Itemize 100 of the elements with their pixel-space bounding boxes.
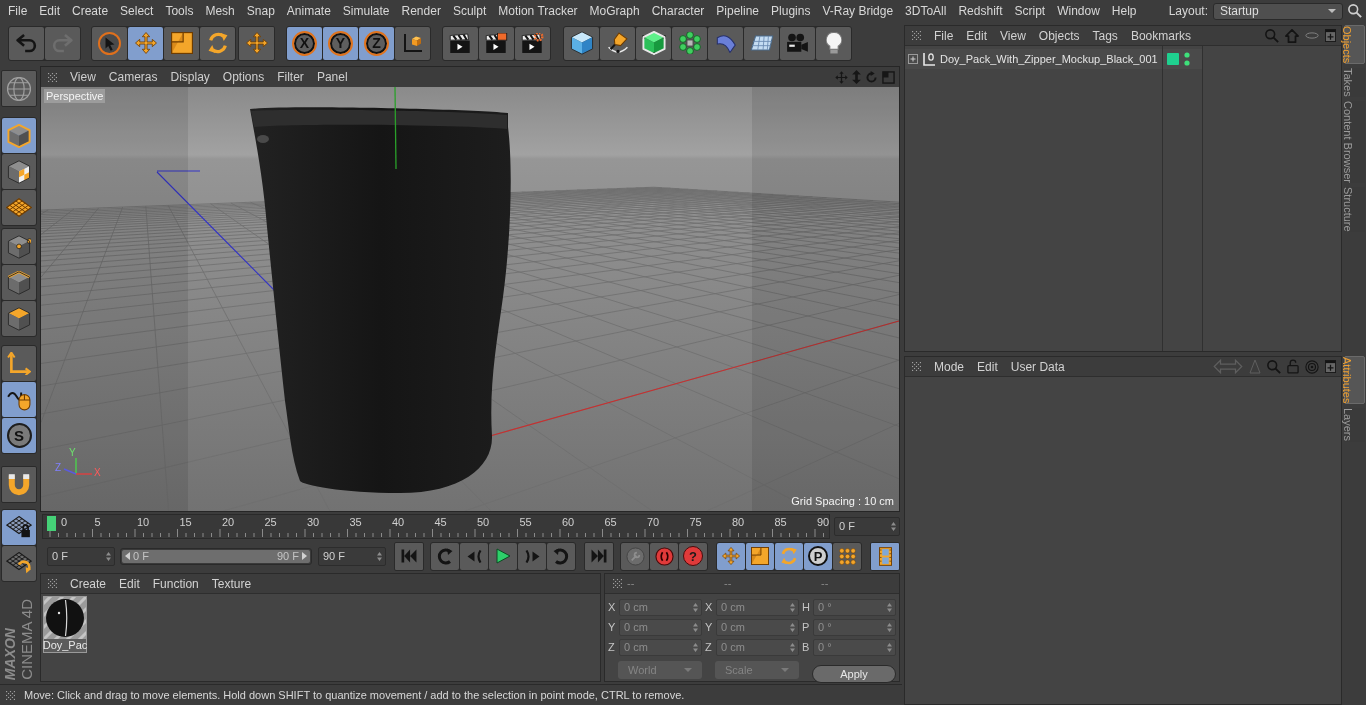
side-tab[interactable]: Attributes xyxy=(1344,356,1365,405)
menu-item[interactable]: Edit xyxy=(39,2,61,20)
menu-item[interactable]: Redshift xyxy=(958,2,1003,20)
menu-item[interactable]: V-Ray Bridge xyxy=(822,2,894,20)
menu-item[interactable]: Create xyxy=(72,2,109,20)
menu-item[interactable]: Edit xyxy=(977,357,998,376)
new-panel-icon[interactable] xyxy=(1325,29,1336,42)
tool-button[interactable] xyxy=(479,26,514,60)
menu-item[interactable]: Render xyxy=(401,2,441,20)
tool-button[interactable] xyxy=(744,26,779,60)
menu-item[interactable]: Create xyxy=(70,574,107,593)
spinner-arrows-icon[interactable] xyxy=(887,623,892,632)
menu-item[interactable]: File xyxy=(8,2,28,20)
grip-icon[interactable] xyxy=(912,362,921,371)
menu-item[interactable]: Tools xyxy=(165,2,194,20)
mode-button[interactable] xyxy=(2,301,36,336)
menu-item[interactable]: Select xyxy=(120,2,154,20)
menu-item[interactable]: Window xyxy=(1057,2,1100,20)
layout-dropdown[interactable]: Startup xyxy=(1213,2,1343,20)
material-item[interactable]: Doy_Pac xyxy=(43,596,87,653)
timeline-button[interactable] xyxy=(870,541,900,571)
spinner-arrows-icon[interactable] xyxy=(887,643,892,652)
swatch-icon[interactable] xyxy=(1167,53,1179,65)
mode-button[interactable] xyxy=(1,466,37,503)
menu-item[interactable]: Display xyxy=(170,68,210,86)
tool-button[interactable] xyxy=(672,26,707,60)
frame-field[interactable]: 0 F xyxy=(834,516,900,536)
menu-item[interactable]: MoGraph xyxy=(589,2,640,20)
apply-button[interactable]: Apply xyxy=(812,665,896,683)
spinner-arrows-icon[interactable] xyxy=(106,551,111,561)
grip-icon[interactable] xyxy=(48,72,57,82)
mode-button[interactable] xyxy=(2,510,36,545)
spinner-arrows-icon[interactable] xyxy=(693,643,698,652)
tool-button[interactable] xyxy=(600,26,635,60)
menu-item[interactable]: File xyxy=(934,26,954,45)
menu-item[interactable]: 3DToAll xyxy=(905,2,947,20)
spinner-arrows-icon[interactable] xyxy=(790,603,795,612)
menu-item[interactable]: Simulate xyxy=(342,2,390,20)
tool-button[interactable] xyxy=(443,26,478,60)
grip-icon[interactable] xyxy=(6,690,15,700)
mode-button[interactable] xyxy=(2,382,36,417)
menu-item[interactable]: Texture xyxy=(211,574,252,593)
tool-button[interactable] xyxy=(200,26,235,60)
grip-icon[interactable] xyxy=(912,31,921,40)
tool-button[interactable] xyxy=(515,26,550,60)
menu-item[interactable]: Mesh xyxy=(205,2,235,20)
menu-item[interactable]: Plugins xyxy=(771,2,811,20)
grip-icon[interactable] xyxy=(48,579,57,588)
tool-button[interactable] xyxy=(164,26,199,60)
spinner-arrows-icon[interactable] xyxy=(790,643,795,652)
menu-item[interactable]: Function xyxy=(152,574,199,593)
tool-button[interactable] xyxy=(92,26,127,60)
key-filter-button[interactable] xyxy=(717,542,745,570)
menu-item[interactable]: Panel xyxy=(316,68,348,86)
menu-item[interactable]: Tags xyxy=(1092,26,1118,45)
menu-item[interactable]: Filter xyxy=(277,68,304,86)
menu-item[interactable]: Motion Tracker xyxy=(498,2,578,20)
spinner-arrows-icon[interactable] xyxy=(693,603,698,612)
solo-button[interactable]: S xyxy=(2,418,36,453)
frame-field[interactable]: 90 F xyxy=(318,546,386,566)
key-filter-button[interactable] xyxy=(775,542,803,570)
playhead[interactable] xyxy=(47,515,56,531)
menu-item[interactable]: Script xyxy=(1014,2,1046,20)
menu-item[interactable]: Cameras xyxy=(108,68,158,86)
menu-item[interactable]: Mode xyxy=(934,357,965,376)
menu-item[interactable]: View xyxy=(70,68,96,86)
expand-icon[interactable] xyxy=(908,54,918,64)
tool-button[interactable] xyxy=(636,26,671,60)
menu-item[interactable]: Help xyxy=(1111,2,1137,20)
menu-item[interactable]: Character xyxy=(651,2,705,20)
menu-item[interactable]: User Data xyxy=(1010,357,1065,376)
menu-item[interactable]: Pipeline xyxy=(716,2,760,20)
spinner-arrows-icon[interactable] xyxy=(693,623,698,632)
grip-icon[interactable] xyxy=(613,579,622,588)
key-filter-button[interactable]: P xyxy=(804,542,832,570)
new-panel-icon[interactable] xyxy=(1325,360,1336,373)
spinner-arrows-icon[interactable] xyxy=(891,521,896,531)
menu-item[interactable]: Animate xyxy=(286,2,331,20)
menu-item[interactable]: Options xyxy=(222,68,265,86)
timeline-ruler[interactable]: 0 5 10 15 20 25 30 35 40 45 50 55 60 65 70 75 80 85 90 xyxy=(42,513,830,539)
menu-item[interactable]: Edit xyxy=(119,574,140,593)
playback-button[interactable] xyxy=(489,542,517,570)
mode-button[interactable] xyxy=(1,70,37,107)
frame-field[interactable]: 0 F xyxy=(47,546,115,566)
tool-button[interactable] xyxy=(816,26,851,60)
menu-item[interactable]: Sculpt xyxy=(452,2,487,20)
menu-item[interactable]: Edit xyxy=(966,26,988,45)
key-filter-button[interactable] xyxy=(833,542,861,570)
spinner-arrows-icon[interactable] xyxy=(790,623,795,632)
tool-button[interactable] xyxy=(395,26,430,60)
spinner-arrows-icon[interactable] xyxy=(887,603,892,612)
dots-icon[interactable] xyxy=(1184,52,1190,66)
tool-button[interactable] xyxy=(564,26,599,60)
mode-button[interactable] xyxy=(2,546,36,581)
record-button[interactable]: ? xyxy=(679,542,707,570)
menu-item[interactable]: Objects xyxy=(1038,26,1080,45)
tool-button[interactable] xyxy=(238,25,275,61)
key-filter-button[interactable] xyxy=(746,542,774,570)
menu-item[interactable]: Snap xyxy=(246,2,275,20)
mode-button[interactable] xyxy=(2,154,36,189)
